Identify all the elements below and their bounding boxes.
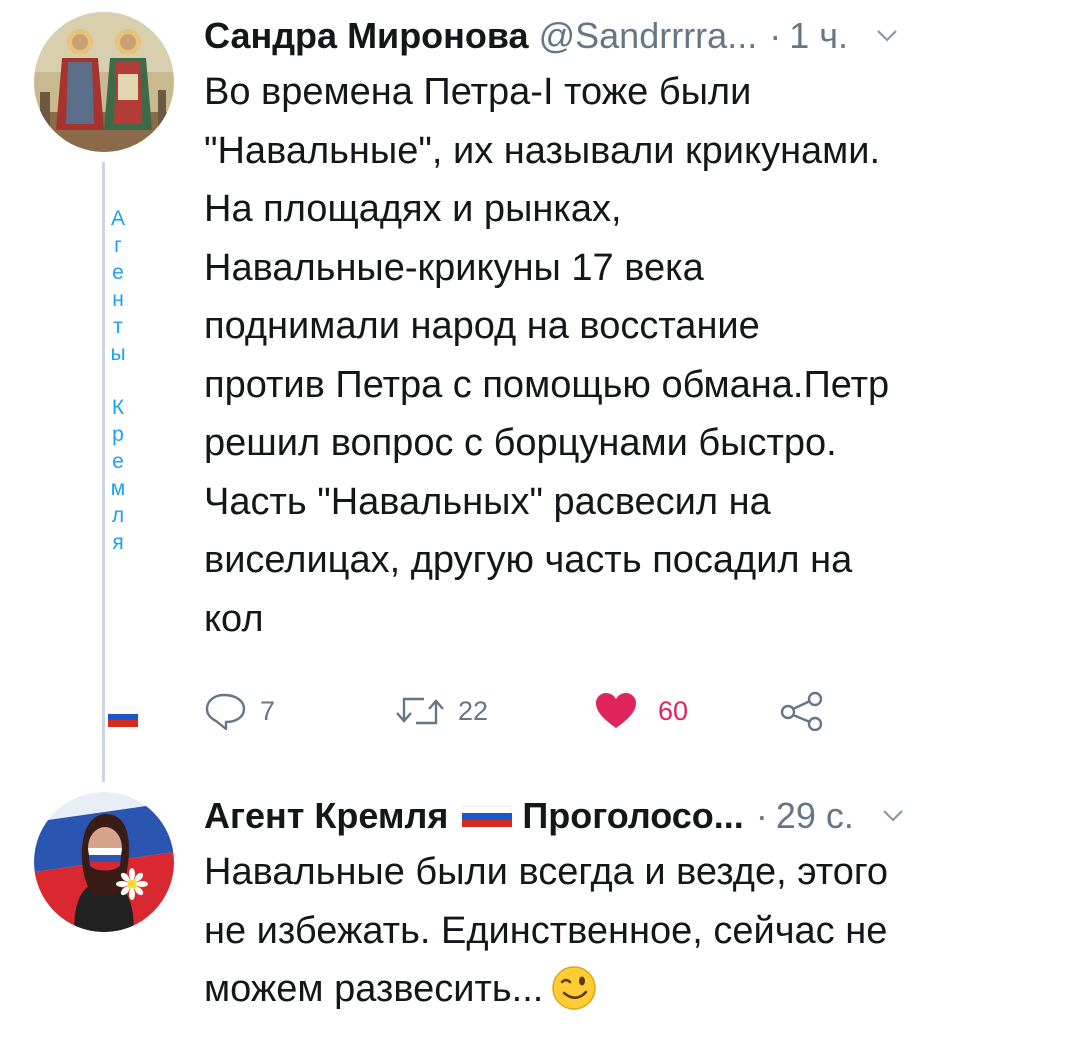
avatar-sandra[interactable] bbox=[34, 12, 174, 152]
retweet-button[interactable]: 22 bbox=[394, 688, 488, 734]
vertical-letter: е bbox=[112, 261, 124, 284]
tweet-time[interactable]: 29 с. bbox=[776, 795, 854, 837]
vertical-letter: ы bbox=[110, 342, 126, 365]
tweet-time[interactable]: 1 ч. bbox=[789, 15, 848, 57]
separator-dot: · bbox=[769, 15, 782, 56]
like-count: 60 bbox=[658, 695, 689, 726]
vertical-letter: л bbox=[111, 504, 125, 527]
share-icon bbox=[780, 691, 823, 731]
tweet-2[interactable]: Агент Кремля Проголосо... · 29 с. Наваль… bbox=[0, 780, 1080, 1051]
separator-dot: · bbox=[755, 795, 768, 836]
avatar-agent[interactable] bbox=[34, 792, 174, 932]
tweet-text: Во времена Петра-I тоже были "Навальные"… bbox=[204, 71, 890, 640]
tweet-text: Навальные были всегда и везде, этого не … bbox=[204, 851, 889, 1010]
display-name[interactable]: Сандра Миронова bbox=[204, 15, 529, 57]
vertical-name-label: А г е н т ы К р е м л я bbox=[106, 205, 130, 556]
vertical-letter: м bbox=[110, 477, 126, 500]
retweet-count: 22 bbox=[458, 695, 489, 726]
saints-icon-avatar bbox=[34, 12, 174, 152]
tweet-1[interactable]: А г е н т ы К р е м л я Сандра Миронова … bbox=[0, 0, 1080, 782]
vertical-letter: К bbox=[111, 396, 125, 419]
vertical-letter: т bbox=[113, 315, 123, 338]
winking-face-icon bbox=[552, 966, 597, 1010]
tweet-text-container: Навальные были всегда и везде, этого не … bbox=[204, 843, 1054, 1019]
thread-line bbox=[102, 162, 105, 782]
woman-with-flag-avatar bbox=[34, 792, 174, 932]
vertical-letter: г bbox=[114, 234, 122, 257]
tweet-header: Агент Кремля Проголосо... · 29 с. bbox=[204, 786, 1044, 846]
vertical-letter: А bbox=[110, 207, 125, 230]
display-name[interactable]: Агент Кремля bbox=[204, 795, 448, 837]
chevron-down-icon[interactable] bbox=[876, 29, 898, 43]
reply-button[interactable]: 7 bbox=[204, 688, 275, 734]
vertical-letter: е bbox=[112, 450, 124, 473]
tweet-header: Сандра Миронова @Sandrrrra... · 1 ч. bbox=[204, 6, 1044, 66]
reply-count: 7 bbox=[260, 695, 276, 726]
russia-flag-icon bbox=[462, 805, 513, 827]
russia-flag-icon bbox=[108, 707, 138, 727]
vertical-letter: н bbox=[112, 288, 124, 311]
display-name-suffix[interactable]: Проголосо... bbox=[522, 795, 743, 837]
reply-icon bbox=[205, 693, 246, 731]
tweet-actions: 7 22 60 bbox=[204, 688, 904, 734]
heart-icon bbox=[596, 693, 636, 728]
vertical-letter: р bbox=[112, 423, 124, 446]
share-button[interactable] bbox=[779, 688, 825, 734]
like-button[interactable]: 60 bbox=[594, 688, 688, 734]
user-handle[interactable]: @Sandrrrra... bbox=[539, 15, 758, 57]
vertical-letter: я bbox=[112, 531, 124, 554]
chevron-down-icon[interactable] bbox=[882, 809, 904, 823]
retweet-icon bbox=[396, 697, 444, 725]
